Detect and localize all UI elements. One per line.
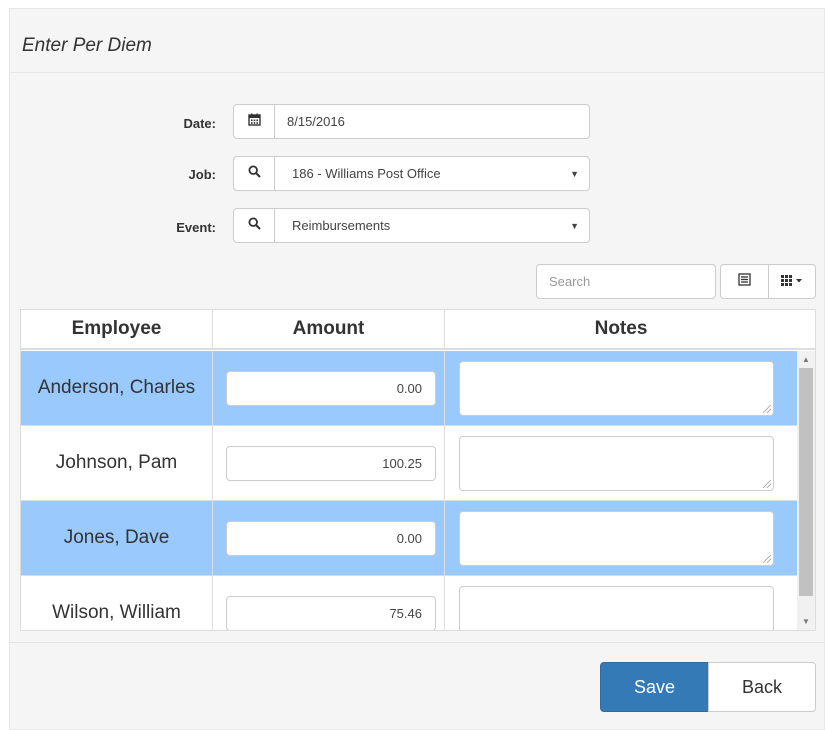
search-icon	[247, 216, 261, 235]
scrollbar-thumb[interactable]	[799, 368, 813, 596]
back-button[interactable]: Back	[708, 662, 816, 712]
amount-cell: 0.00	[213, 351, 445, 425]
job-field-group: 186 - Williams Post Office ▼	[233, 156, 590, 191]
save-button[interactable]: Save	[600, 662, 709, 712]
table-scrollbar[interactable]: ▲ ▼	[797, 351, 815, 630]
amount-cell: 0.00	[213, 501, 445, 575]
list-view-icon	[738, 272, 751, 291]
date-field-group: 8/15/2016	[233, 104, 590, 139]
job-select[interactable]: 186 - Williams Post Office ▼	[275, 157, 589, 190]
table-row[interactable]: Jones, Dave 0.00	[21, 501, 797, 576]
amount-cell: 100.25	[213, 426, 445, 500]
amount-input[interactable]: 0.00	[226, 370, 436, 406]
employee-name: Johnson, Pam	[21, 426, 213, 500]
resize-grip-icon[interactable]	[763, 479, 771, 488]
date-input[interactable]: 8/15/2016	[275, 105, 589, 138]
table-header: Employee Amount Notes	[21, 310, 815, 350]
table-row[interactable]: Anderson, Charles 0.00	[21, 351, 797, 426]
amount-input[interactable]: 0.00	[226, 520, 436, 556]
employee-name: Wilson, William	[21, 576, 213, 630]
calendar-icon	[247, 113, 261, 131]
chevron-down-icon: ▼	[570, 220, 579, 231]
employee-name: Anderson, Charles	[21, 351, 213, 425]
table-toolbar	[720, 264, 816, 299]
event-label: Event:	[176, 220, 216, 235]
job-search-button[interactable]	[234, 157, 275, 190]
table-row[interactable]: Wilson, William 75.46	[21, 576, 797, 630]
notes-textarea[interactable]	[459, 585, 774, 630]
notes-cell	[445, 351, 779, 425]
scroll-down-icon[interactable]: ▼	[797, 613, 815, 630]
amount-input[interactable]: 75.46	[226, 595, 436, 630]
job-select-value: 186 - Williams Post Office	[292, 166, 441, 181]
search-icon	[247, 164, 261, 183]
resize-grip-icon[interactable]	[763, 404, 771, 413]
scroll-up-icon[interactable]: ▲	[797, 351, 815, 368]
per-diem-panel: Enter Per Diem Date: 8/15/2016 Job: 186 …	[9, 8, 825, 730]
notes-cell	[445, 426, 779, 500]
toggle-view-button[interactable]	[721, 265, 768, 298]
column-header-amount[interactable]: Amount	[213, 310, 445, 348]
footer-divider	[10, 642, 824, 643]
employee-name: Jones, Dave	[21, 501, 213, 575]
event-field-group: Reimbursements ▼	[233, 208, 590, 243]
chevron-down-icon: ▼	[570, 168, 579, 179]
title-divider	[10, 72, 824, 73]
table-row[interactable]: Johnson, Pam 100.25	[21, 426, 797, 501]
per-diem-table: Employee Amount Notes Anderson, Charles …	[20, 309, 816, 631]
notes-textarea[interactable]	[459, 360, 774, 416]
table-search-input[interactable]: Search	[536, 264, 716, 299]
amount-input[interactable]: 100.25	[226, 445, 436, 481]
notes-cell	[445, 501, 779, 575]
job-label: Job:	[188, 167, 216, 182]
column-header-notes[interactable]: Notes	[445, 310, 797, 348]
notes-textarea[interactable]	[459, 435, 774, 491]
calendar-button[interactable]	[234, 105, 275, 138]
resize-grip-icon[interactable]	[763, 554, 771, 563]
amount-cell: 75.46	[213, 576, 445, 630]
resize-grip-icon[interactable]	[763, 629, 771, 630]
event-select[interactable]: Reimbursements ▼	[275, 209, 589, 242]
notes-cell	[445, 576, 779, 630]
page-title: Enter Per Diem	[22, 35, 152, 56]
notes-textarea[interactable]	[459, 510, 774, 566]
table-body: Anderson, Charles 0.00 Johnson, Pam 100.…	[21, 351, 797, 630]
column-header-employee[interactable]: Employee	[21, 310, 213, 348]
event-search-button[interactable]	[234, 209, 275, 242]
columns-dropdown-button[interactable]	[767, 265, 816, 298]
date-label: Date:	[183, 116, 216, 131]
grid-icon	[780, 273, 803, 291]
event-select-value: Reimbursements	[292, 218, 391, 233]
